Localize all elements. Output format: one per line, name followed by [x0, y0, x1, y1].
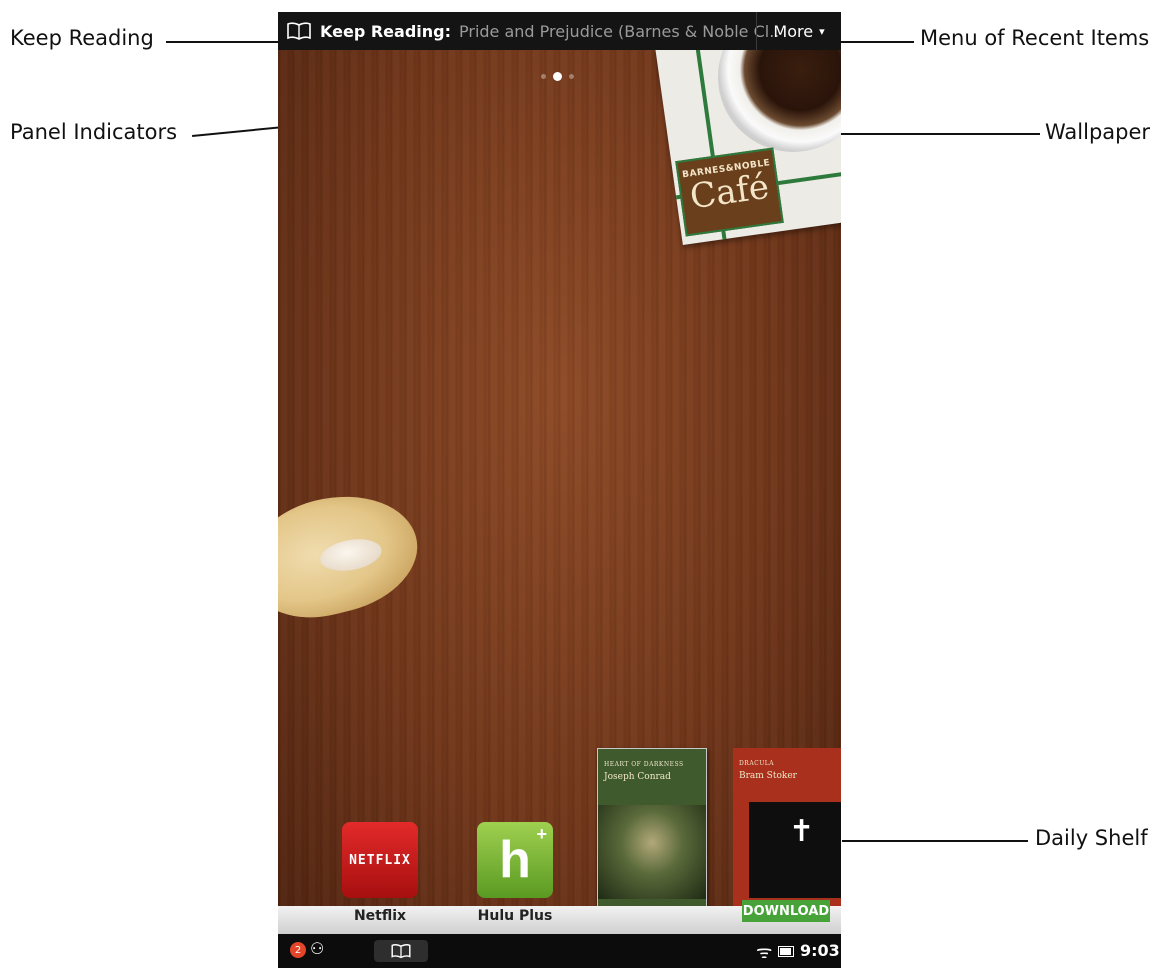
book-cover-art	[598, 805, 706, 899]
callout-wallpaper: Wallpaper	[1045, 120, 1151, 144]
app-label-hulu-plus: Hulu Plus	[477, 908, 553, 924]
device-screen: BARNES&NOBLE Café Keep Reading: Pride an…	[278, 12, 841, 968]
book-title: DRACULA	[739, 760, 775, 767]
panel-dot[interactable]	[569, 74, 574, 79]
app-label-netflix: Netflix	[353, 908, 407, 924]
leader-keep-reading	[166, 41, 280, 43]
notification-badge[interactable]: 2	[290, 942, 306, 958]
leader-daily-shelf	[842, 840, 1028, 842]
panel-dot-active[interactable]	[553, 72, 562, 81]
system-bar: 2 ⚇ ᯤ 9:03	[278, 934, 841, 968]
book-cover-dracula[interactable]: DRACULA Bram Stoker ✝	[733, 748, 841, 910]
home-button[interactable]	[374, 940, 428, 962]
callout-panel-indicators: Panel Indicators	[10, 120, 178, 144]
download-button[interactable]: DOWNLOAD	[742, 900, 830, 922]
battery-icon	[778, 946, 794, 957]
keep-reading-bar[interactable]: Keep Reading: Pride and Prejudice (Barne…	[278, 12, 841, 50]
netflix-app-icon[interactable]: NETFLIX	[342, 822, 418, 898]
callout-keep-reading: Keep Reading	[10, 26, 154, 50]
book-icon	[391, 944, 411, 959]
hulu-plus-app-icon[interactable]: h +	[477, 822, 553, 898]
more-label: More	[773, 21, 814, 41]
book-title: HEART OF DARKNESS	[604, 761, 684, 768]
keep-reading-label: Keep Reading:	[320, 21, 451, 41]
reader-icon[interactable]: ⚇	[310, 939, 324, 958]
clock: 9:03	[800, 941, 840, 960]
cafe-logo: BARNES&NOBLE Café	[675, 147, 784, 237]
netflix-icon: NETFLIX	[349, 852, 411, 868]
panel-indicators	[541, 72, 574, 81]
more-button[interactable]: More ▾	[756, 12, 841, 50]
wifi-icon: ᯤ	[756, 942, 773, 963]
cross-icon: ✝	[789, 814, 815, 849]
book-author: Bram Stoker	[739, 771, 797, 781]
hulu-plus-icon: h	[499, 831, 531, 889]
book-author: Joseph Conrad	[604, 772, 671, 782]
callout-daily-shelf: Daily Shelf	[1035, 826, 1148, 850]
book-cover-heart-of-darkness[interactable]: HEART OF DARKNESS Joseph Conrad	[597, 748, 707, 912]
book-icon	[287, 22, 311, 40]
chevron-down-icon: ▾	[819, 24, 825, 38]
keep-reading-title[interactable]: Pride and Prejudice (Barnes & Noble Cl..…	[459, 22, 779, 41]
panel-dot[interactable]	[541, 74, 546, 79]
callout-menu-recent: Menu of Recent Items	[920, 26, 1150, 50]
